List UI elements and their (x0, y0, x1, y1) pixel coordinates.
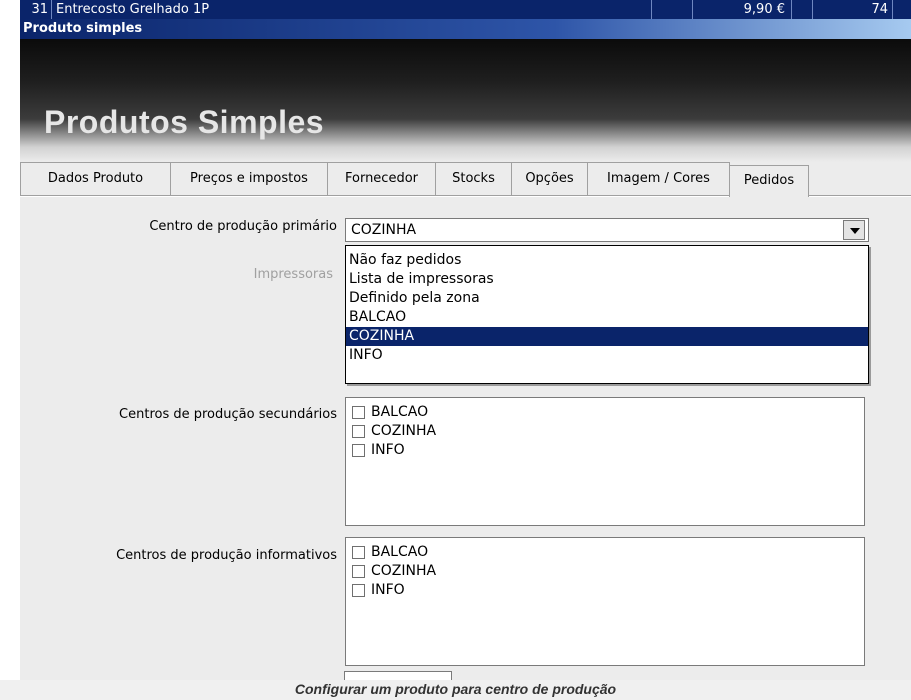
dropdown-option[interactable]: Lista de impressoras (346, 270, 868, 289)
list-item[interactable]: BALCAO (352, 403, 864, 422)
list-item[interactable]: INFO (352, 441, 864, 460)
checkbox-label: INFO (371, 442, 405, 458)
printers-label: Impressoras (253, 267, 333, 282)
checkbox[interactable] (352, 425, 365, 438)
checkbox-label: BALCAO (371, 404, 429, 420)
dropdown-option[interactable]: Definido pela zona (346, 289, 868, 308)
tab-pedidos[interactable]: Pedidos (729, 165, 809, 197)
list-item[interactable]: COZINHA (352, 422, 864, 441)
tab-opcoes[interactable]: Opções (511, 162, 588, 195)
checkbox[interactable] (352, 584, 365, 597)
header-band (20, 39, 911, 162)
list-item[interactable]: INFO (352, 581, 864, 600)
secondary-centers-label: Centros de produção secundários (119, 407, 337, 422)
row-stock: 74 (812, 0, 893, 19)
row-product-name: Entrecosto Grelhado 1P (52, 0, 652, 19)
checkbox-label: INFO (371, 582, 405, 598)
checkbox-label: COZINHA (371, 423, 437, 439)
tab-precos-impostos[interactable]: Preços e impostos (170, 162, 328, 195)
dropdown-option-selected[interactable]: COZINHA (346, 327, 868, 346)
figure-caption: Configurar um produto para centro de pro… (0, 680, 911, 700)
primary-center-label: Centro de produção primário (149, 219, 337, 234)
product-grid-row[interactable]: 31 Entrecosto Grelhado 1P 9,90 € 74 (20, 0, 911, 19)
window-title-bar: Produto simples (20, 19, 911, 39)
row-number: 31 (20, 0, 52, 19)
informative-centers-list: BALCAO COZINHA INFO (345, 537, 865, 666)
dropdown-option[interactable]: BALCAO (346, 308, 868, 327)
row-empty-cell (652, 0, 693, 19)
page-title: Produtos Simples (44, 104, 325, 140)
dropdown-option[interactable]: Não faz pedidos (346, 251, 868, 270)
chevron-down-icon[interactable] (843, 220, 865, 240)
list-item[interactable]: BALCAO (352, 543, 864, 562)
checkbox[interactable] (352, 406, 365, 419)
checkbox[interactable] (352, 565, 365, 578)
informative-centers-label: Centros de produção informativos (116, 548, 337, 563)
tab-stocks[interactable]: Stocks (435, 162, 512, 195)
checkbox[interactable] (352, 546, 365, 559)
tab-imagem-cores[interactable]: Imagem / Cores (587, 162, 730, 195)
checkbox-label: BALCAO (371, 544, 429, 560)
dropdown-option[interactable]: INFO (346, 346, 868, 365)
tab-dados-produto[interactable]: Dados Produto (20, 162, 171, 195)
primary-center-dropdown-list[interactable]: Não faz pedidos Lista de impressoras Def… (345, 245, 869, 384)
checkbox-label: COZINHA (371, 563, 437, 579)
secondary-centers-list: BALCAO COZINHA INFO (345, 397, 865, 526)
row-price: 9,90 € (692, 0, 792, 19)
list-item[interactable]: COZINHA (352, 562, 864, 581)
tab-fornecedor[interactable]: Fornecedor (327, 162, 436, 195)
checkbox[interactable] (352, 444, 365, 457)
row-empty-cell (792, 0, 813, 19)
primary-center-select[interactable]: COZINHA (345, 218, 869, 242)
